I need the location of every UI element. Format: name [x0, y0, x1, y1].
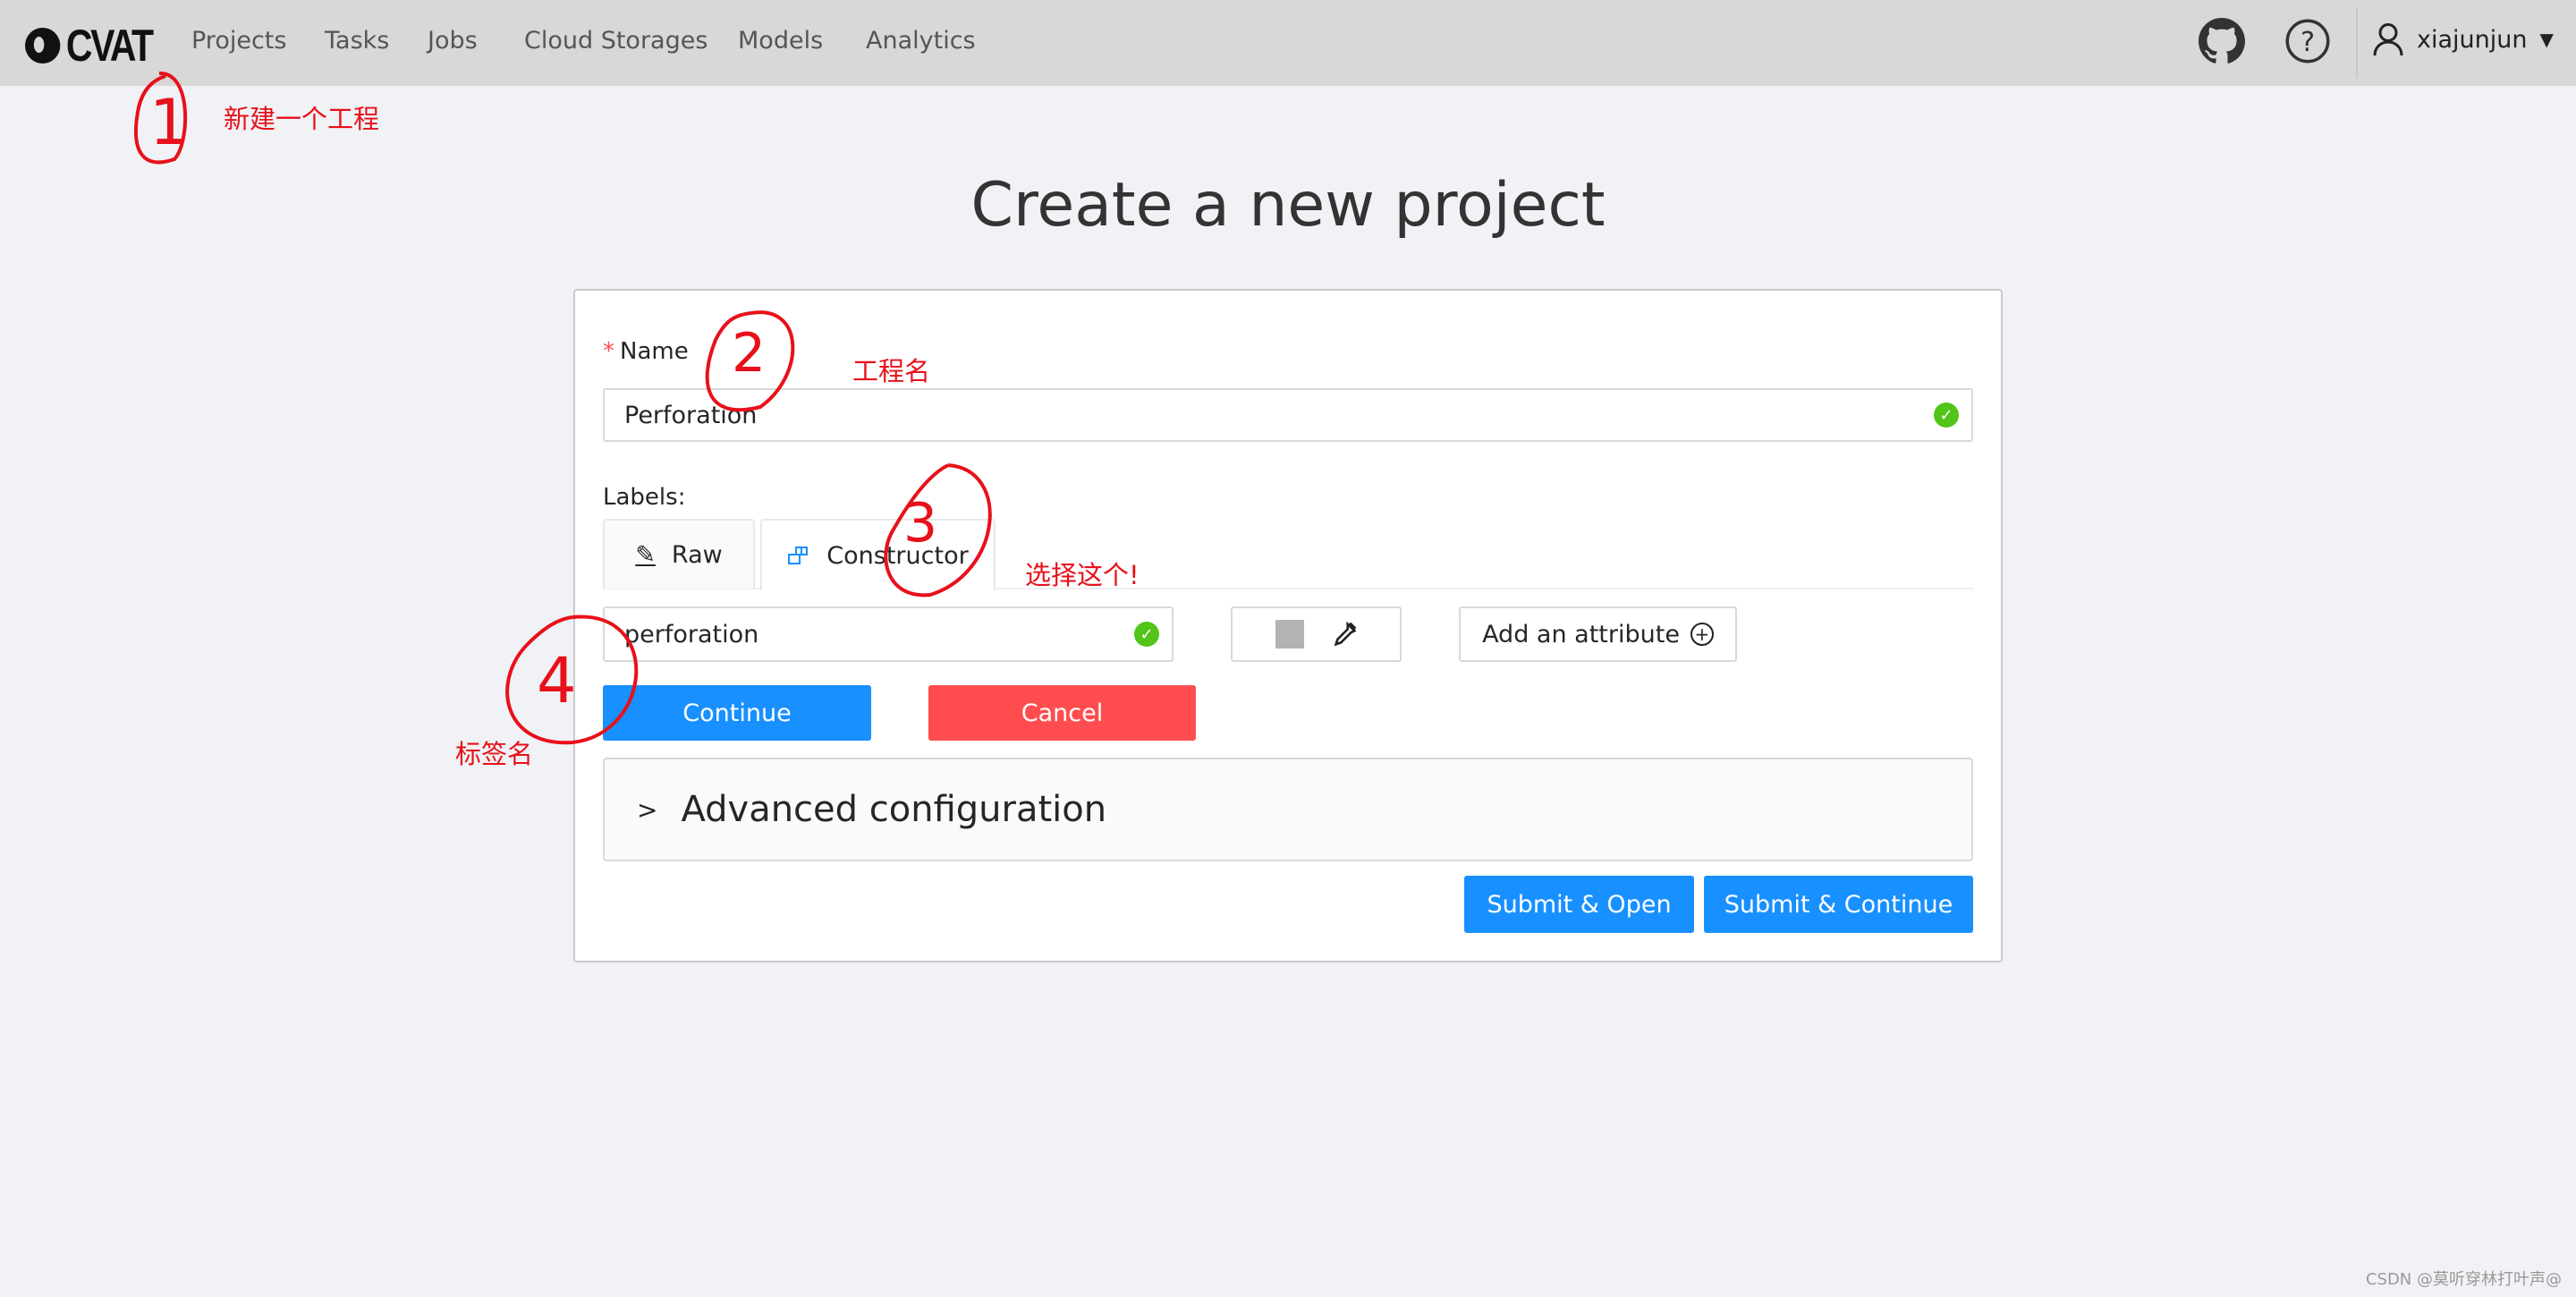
annotation-text-3: 选择这个!: [1025, 560, 1140, 590]
annotation-text-4: 标签名: [455, 739, 534, 769]
annotation-text-2: 工程名: [852, 356, 931, 386]
annotation-circle-3: [884, 463, 992, 598]
annotation-number-4: 4: [537, 644, 577, 717]
annotation-text-1: 新建一个工程: [224, 104, 380, 134]
annotation-marks: [133, 71, 992, 745]
watermark: CSDN @莫听穿林打叶声@: [2365, 1270, 2562, 1289]
annotation-number-3: 3: [903, 492, 938, 555]
annotation-number-2: 2: [732, 322, 767, 385]
annotation-number-1: 1: [149, 86, 190, 159]
